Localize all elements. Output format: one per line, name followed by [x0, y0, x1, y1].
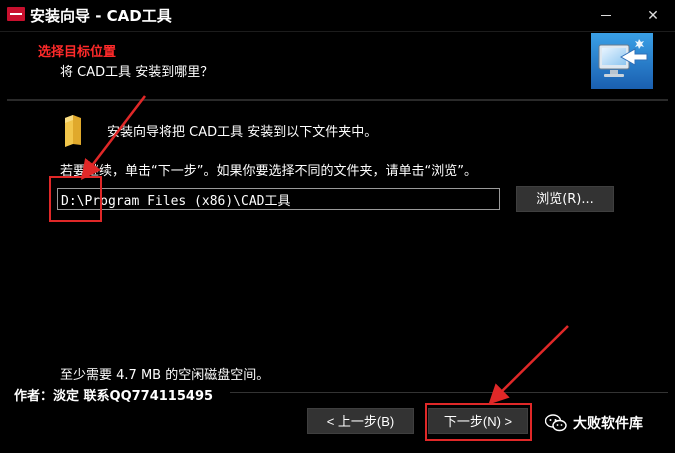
arrow-to-next [488, 325, 569, 405]
app-icon [7, 7, 25, 21]
minimize-icon [601, 15, 611, 16]
author-text: 作者：淡定 联系QQ774115495 [14, 389, 214, 404]
disk-space-text: 至少需要 4.7 MB 的空闲磁盘空间。 [60, 368, 270, 383]
header-separator [7, 99, 668, 101]
computer-install-icon [591, 33, 653, 89]
install-path-input[interactable] [57, 188, 500, 210]
watermark: 大败软件库 [545, 413, 643, 433]
window-title: 安装向导 - CAD工具 [30, 7, 172, 25]
install-instruction: 安装向导将把 CAD工具 安装到以下文件夹中。 [107, 125, 378, 140]
close-button[interactable]: ✕ [631, 0, 675, 31]
title-bar: 安装向导 - CAD工具 ✕ [0, 0, 675, 32]
close-icon: ✕ [647, 7, 659, 24]
minimize-button[interactable] [584, 0, 628, 31]
continue-instruction: 若要继续，单击“下一步”。如果你要选择不同的文件夹，请单击“浏览”。 [60, 164, 477, 179]
next-highlight-box [425, 403, 532, 441]
back-button[interactable]: < 上一步(B) [307, 408, 414, 434]
folder-icon [65, 115, 81, 147]
header-annotation: 选择目标位置 [38, 45, 117, 60]
path-highlight-box [49, 176, 102, 222]
wechat-icon [545, 414, 567, 432]
watermark-text: 大败软件库 [573, 416, 643, 432]
header-subtitle: 将 CAD工具 安装到哪里？ [60, 65, 214, 80]
footer-separator [230, 392, 668, 393]
browse-button[interactable]: 浏览(R)... [516, 186, 614, 212]
